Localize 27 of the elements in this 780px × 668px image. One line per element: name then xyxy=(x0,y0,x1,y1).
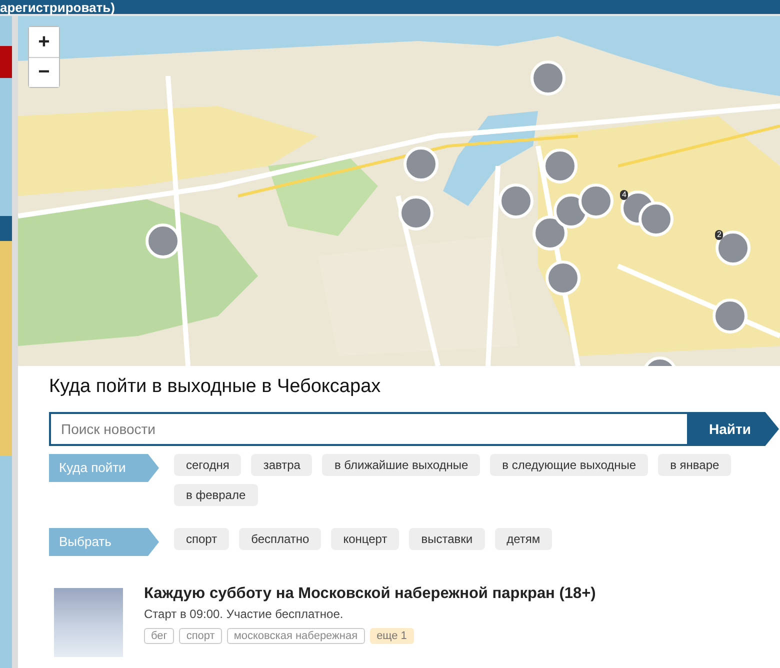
search-button[interactable]: Найти xyxy=(687,412,779,446)
filter-chip[interactable]: в следующие выходные xyxy=(490,454,648,476)
event-tag[interactable]: спорт xyxy=(179,628,222,644)
more-tags-link[interactable]: еще 1 xyxy=(370,628,414,644)
filter-chip[interactable]: спорт xyxy=(174,528,230,550)
filter-chip[interactable]: детям xyxy=(494,528,552,550)
event-tag[interactable]: бег xyxy=(144,628,174,644)
event-tag[interactable]: московская набережная xyxy=(226,628,365,644)
page-title: Куда пойти в выходные в Чебоксарах xyxy=(49,376,382,398)
photo-placeholder xyxy=(54,588,123,657)
top-bar-text: арегистрировать) xyxy=(0,1,115,14)
filter-label: Выбрать xyxy=(49,528,159,556)
filter-chip[interactable]: в феврале xyxy=(174,484,258,506)
filter-chip[interactable]: в январе xyxy=(658,454,732,476)
filter-chip[interactable]: выставки xyxy=(409,528,485,550)
filter-chip[interactable]: концерт xyxy=(331,528,400,550)
filter-label: Куда пойти xyxy=(49,454,159,482)
event-description: Старт в 09:00. Участие бесплатное. xyxy=(144,607,344,621)
filter-chip[interactable]: сегодня xyxy=(174,454,242,476)
cluster-count[interactable]: 2 xyxy=(715,230,724,240)
zoom-out-button[interactable]: − xyxy=(29,57,59,87)
filter-chip[interactable]: в ближайшие выходные xyxy=(322,454,480,476)
search-field[interactable]: Поиск новости xyxy=(49,412,687,446)
cluster-count[interactable]: 4 xyxy=(620,190,628,200)
filter-chip[interactable]: бесплатно xyxy=(239,528,322,550)
filter-chip[interactable]: завтра xyxy=(251,454,312,476)
event-title-link[interactable]: Каждую субботу на Московской набережной паркран (18+) xyxy=(144,585,596,603)
